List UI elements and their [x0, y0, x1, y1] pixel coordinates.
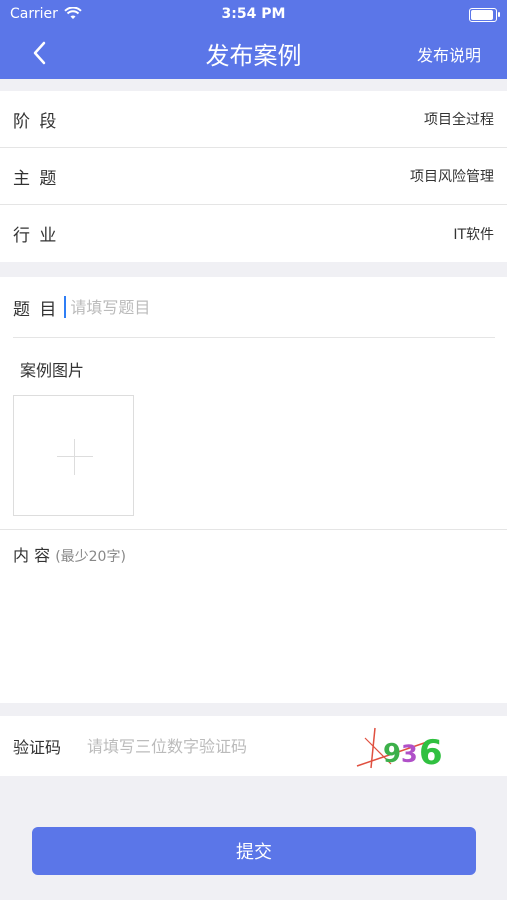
captcha-section: 验证码 9 3 6 — [0, 716, 507, 776]
stage-row[interactable]: 阶 段 项目全过程 — [0, 91, 507, 148]
captcha-digit-3: 6 — [419, 733, 443, 770]
industry-label: 行 业 — [13, 226, 59, 246]
app-header: Carrier 3:54 PM 发布案例 发布说明 — [0, 0, 507, 79]
text-caret — [64, 296, 67, 318]
status-time: 3:54 PM — [221, 6, 286, 22]
plus-icon — [57, 456, 93, 457]
case-form-section: 题 目 案例图片 内 容 (最少20字) — [0, 277, 507, 703]
captcha-digit-2: 3 — [401, 740, 418, 768]
status-bar: Carrier 3:54 PM — [0, 4, 507, 24]
publish-help-link[interactable]: 发布说明 — [417, 42, 481, 66]
topic-value: 项目风险管理 — [410, 169, 494, 185]
industry-value: IT软件 — [453, 226, 494, 243]
topic-row[interactable]: 主 题 项目风险管理 — [0, 148, 507, 205]
stage-value: 项目全过程 — [424, 112, 494, 128]
divider — [0, 529, 507, 530]
content-label: 内 容 — [13, 546, 51, 565]
stage-label: 阶 段 — [13, 111, 59, 132]
content-label-wrap: 内 容 (最少20字) — [13, 542, 126, 566]
battery-icon — [469, 8, 500, 22]
captcha-digit-1: 9 — [383, 739, 401, 769]
title-input[interactable] — [68, 296, 373, 318]
add-image-button[interactable] — [13, 395, 134, 516]
case-info-section: 阶 段 项目全过程 主 题 项目风险管理 行 业 IT软件 — [0, 91, 507, 262]
captcha-image[interactable]: 9 3 6 — [355, 724, 455, 770]
captcha-label: 验证码 — [13, 738, 62, 757]
topic-label: 主 题 — [13, 168, 59, 189]
title-field-row: 题 目 — [13, 277, 495, 338]
case-images-label: 案例图片 — [20, 361, 85, 380]
title-label: 题 目 — [13, 299, 59, 320]
content-textarea[interactable] — [13, 567, 499, 691]
industry-row[interactable]: 行 业 IT软件 — [0, 205, 507, 262]
captcha-input[interactable] — [85, 735, 329, 757]
submit-button[interactable]: 提交 — [32, 827, 476, 875]
content-hint: (最少20字) — [55, 549, 126, 565]
nav-bar: 发布案例 发布说明 — [0, 30, 507, 76]
